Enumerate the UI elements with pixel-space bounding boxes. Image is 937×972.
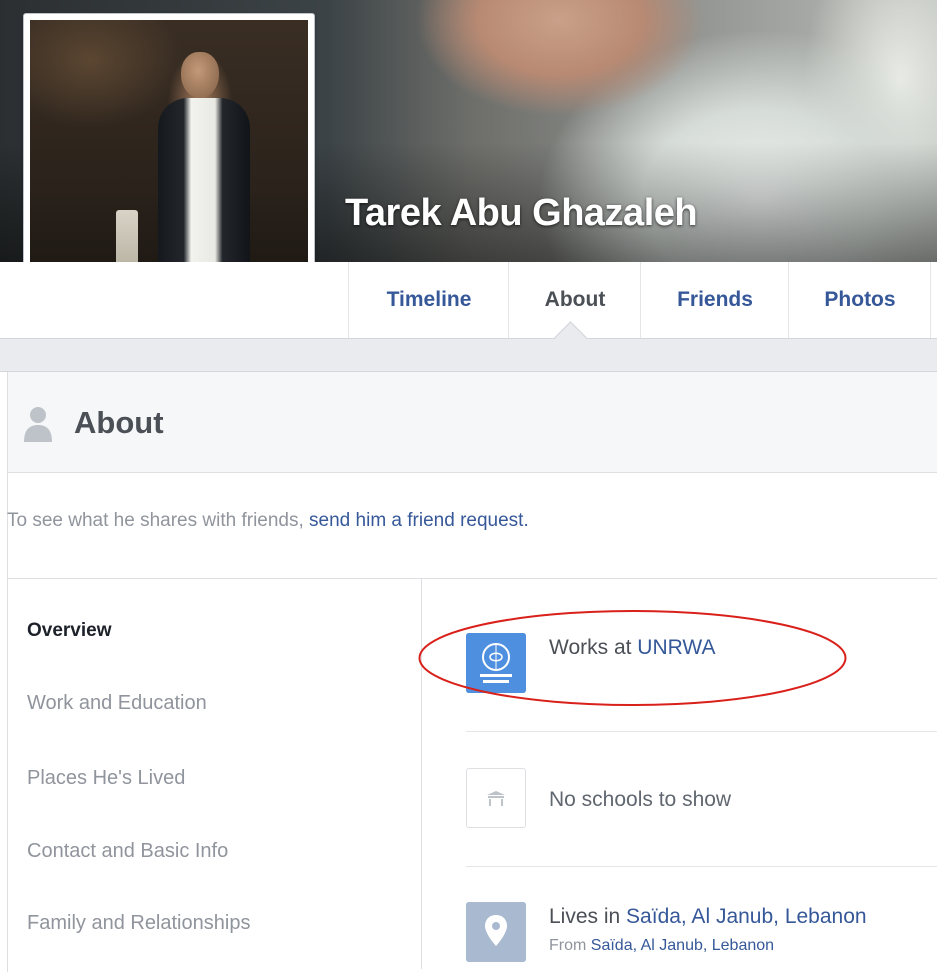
nav-item-places-lived[interactable]: Places He's Lived	[27, 767, 185, 790]
tab-divider	[930, 262, 931, 338]
nav-item-overview[interactable]: Overview	[27, 620, 112, 642]
overview-separator	[466, 731, 937, 732]
lamp-shape	[116, 210, 138, 270]
no-schools-text: No schools to show	[549, 788, 732, 811]
map-pin-icon	[466, 902, 526, 962]
person-icon	[24, 407, 52, 442]
tab-friends[interactable]: Friends	[640, 262, 789, 338]
works-at-text: Works at UNRWA	[549, 636, 715, 660]
tab-photos[interactable]: Photos	[788, 262, 931, 338]
person-head-shape	[181, 52, 219, 98]
unrwa-logo-icon[interactable]	[466, 633, 526, 693]
about-title: About	[74, 405, 164, 440]
notice-text: To see what he shares with friends,	[7, 510, 310, 531]
nav-divider	[421, 578, 422, 969]
tab-timeline[interactable]: Timeline	[348, 262, 509, 338]
nav-item-family-relationships[interactable]: Family and Relationships	[27, 912, 250, 935]
works-at-prefix: Works at	[549, 636, 638, 659]
lives-in-text: Lives in Saïda, Al Janub, Lebanon	[549, 905, 867, 929]
from-prefix: From	[549, 937, 591, 954]
section-gap	[0, 339, 937, 372]
from-link[interactable]: Saïda, Al Janub, Lebanon	[591, 937, 774, 954]
profile-picture-image	[30, 20, 308, 298]
profile-tabs: Timeline About Friends Photos	[0, 262, 937, 339]
from-text: From Saïda, Al Janub, Lebanon	[549, 937, 774, 955]
profile-name[interactable]: Tarek Abu Ghazaleh	[345, 192, 698, 235]
friend-request-notice: To see what he shares with friends, send…	[7, 510, 529, 532]
send-friend-request-link[interactable]: send him a friend request.	[309, 510, 529, 531]
overview-separator	[466, 866, 937, 867]
content-divider	[7, 578, 937, 579]
unrwa-link[interactable]: UNRWA	[637, 636, 715, 659]
nav-item-work-education[interactable]: Work and Education	[27, 692, 207, 715]
lives-in-prefix: Lives in	[549, 905, 627, 928]
nav-item-contact-info[interactable]: Contact and Basic Info	[27, 840, 228, 863]
school-icon	[466, 768, 526, 828]
about-header: About	[8, 372, 937, 473]
lives-in-link[interactable]: Saïda, Al Janub, Lebanon	[626, 905, 867, 928]
